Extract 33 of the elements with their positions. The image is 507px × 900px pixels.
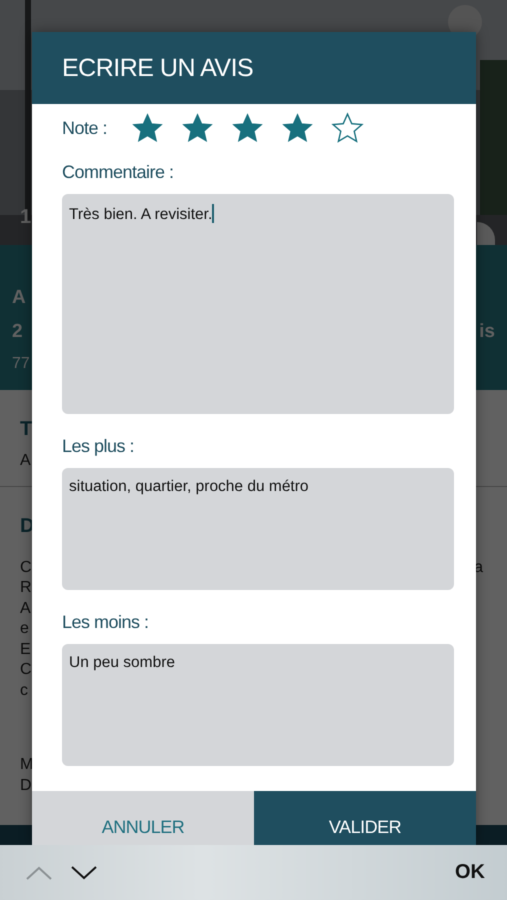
done-button[interactable]: OK: [455, 861, 485, 884]
listing-subtitle: 2: [12, 321, 23, 344]
field-label: Les plus :: [62, 435, 136, 458]
description-text: A: [20, 598, 31, 618]
text-area[interactable]: Un peu sombre: [62, 644, 454, 766]
description-text: C: [20, 558, 32, 578]
cancel-button[interactable]: ANNULER: [32, 791, 254, 845]
listing-price: is: [479, 321, 495, 344]
field-label: Commentaire :: [62, 161, 175, 184]
dialog-title: ECRIRE UN AVIS: [62, 54, 254, 82]
filled-star-icon[interactable]: [231, 112, 264, 144]
field-label: Les moins :: [62, 611, 150, 634]
confirm-button[interactable]: VALIDER: [254, 791, 476, 845]
filled-star-icon[interactable]: [281, 112, 314, 144]
empty-star-icon[interactable]: [331, 112, 364, 144]
description-text: M: [20, 755, 34, 775]
rating-label: Note :: [62, 118, 108, 138]
text-area[interactable]: Très bien. A revisiter.: [62, 194, 454, 414]
filled-star-icon[interactable]: [181, 112, 214, 144]
description-text: D: [20, 776, 32, 796]
listing-address: 77: [12, 355, 31, 373]
listing-title: A: [12, 287, 27, 310]
description-text: A: [20, 451, 31, 471]
description-text: R: [20, 578, 32, 598]
star-rating[interactable]: [131, 112, 364, 144]
filled-star-icon[interactable]: [131, 112, 164, 144]
description-text: C: [20, 660, 32, 680]
text-area[interactable]: situation, quartier, proche du métro: [62, 468, 454, 590]
description-text: c: [20, 680, 28, 700]
description-text: E: [20, 640, 31, 660]
photo-caption: 1: [20, 206, 32, 229]
section-heading: T: [20, 418, 34, 441]
description-text: e: [20, 619, 29, 639]
